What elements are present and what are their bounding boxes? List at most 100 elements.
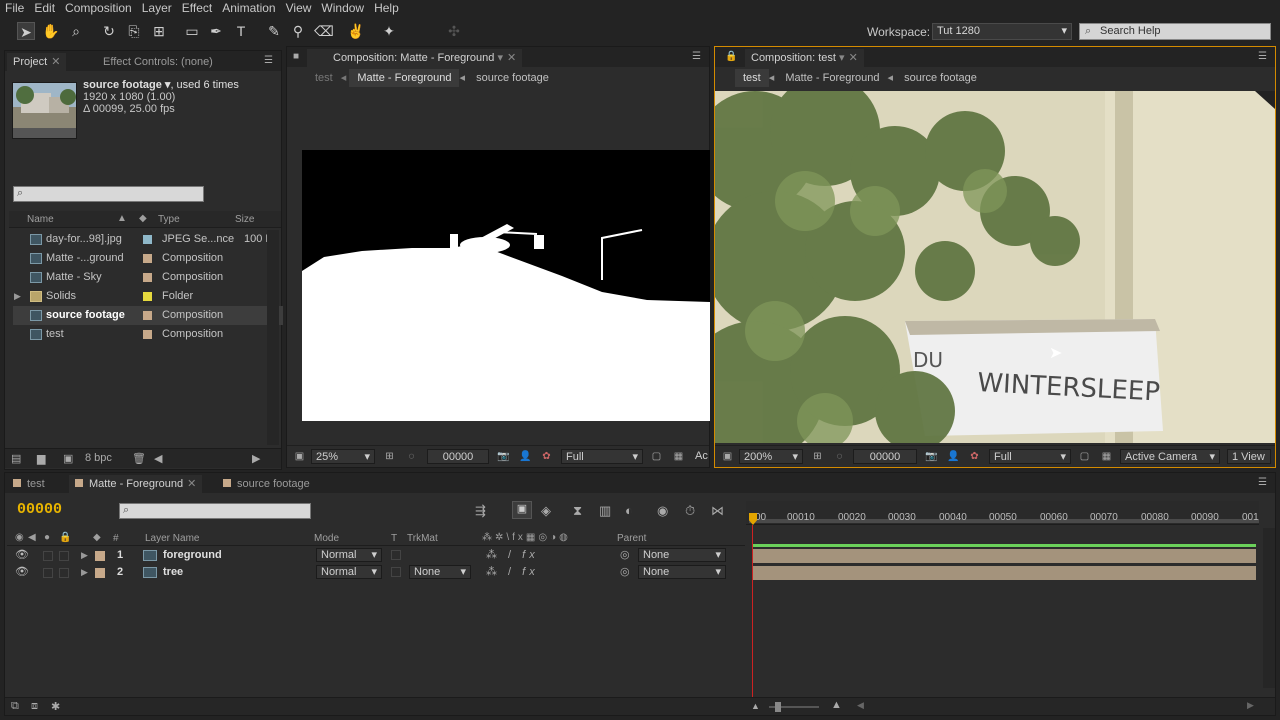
trkmat-select[interactable]: None ▾ [409, 565, 471, 579]
region-of-interest-icon[interactable]: ▢ [1078, 450, 1091, 463]
column-size[interactable]: Size [235, 214, 254, 225]
transparency-grid-icon[interactable]: ▦ [1100, 450, 1113, 463]
toggle-modes-icon[interactable]: ⧈ [31, 700, 38, 713]
layer-switches[interactable]: ⁂ / fx [486, 547, 539, 564]
label-swatch[interactable] [95, 568, 105, 578]
layer-name[interactable]: tree [163, 564, 183, 581]
channel-icon[interactable]: ✿ [968, 450, 981, 463]
mask-visibility-icon[interactable]: ◌ [405, 450, 418, 463]
show-snapshot-icon[interactable]: 👤 [519, 450, 532, 463]
always-preview-icon[interactable]: ▣ [293, 450, 306, 463]
column-name[interactable]: Name [27, 214, 54, 225]
zoom-tool-icon[interactable]: ⌕ [67, 22, 85, 40]
timecode-display[interactable]: 00000 [427, 449, 489, 464]
region-of-interest-icon[interactable]: ▢ [650, 450, 663, 463]
project-scrollbar[interactable] [267, 230, 279, 445]
preserve-transparency-box[interactable] [391, 550, 401, 560]
audio-switch-icon[interactable]: ◀ [28, 532, 36, 543]
breadcrumb-matte-foreground[interactable]: Matte - Foreground [777, 69, 887, 87]
footage-name[interactable]: source footage ▾ [83, 79, 170, 91]
zoom-out-icon[interactable]: ▲ [751, 701, 760, 711]
label-swatch[interactable] [143, 235, 152, 244]
project-item-test[interactable]: test Composition [13, 325, 283, 344]
pan-behind-tool-icon[interactable]: ⊞ [150, 22, 168, 40]
menu-help[interactable]: Help [369, 1, 404, 15]
preserve-transparency-box[interactable] [391, 567, 401, 577]
project-item-source-footage[interactable]: source footage Composition [13, 306, 283, 325]
zoom-select[interactable]: 25% ▾ [311, 449, 375, 464]
panel-menu-icon[interactable]: ☰ [264, 55, 273, 66]
project-item-matte-foreground[interactable]: Matte -...ground Composition [13, 249, 283, 268]
safe-margins-icon[interactable]: ⊞ [383, 450, 396, 463]
pickwhip-icon[interactable]: ◎ [620, 547, 630, 564]
close-icon[interactable]: ✕ [849, 52, 858, 64]
layer-switches[interactable]: ⁂ / fx [486, 564, 539, 581]
column-parent[interactable]: Parent [617, 533, 646, 544]
timeline-scrollbar[interactable] [1263, 528, 1275, 688]
layer-duration-bar[interactable] [753, 549, 1256, 563]
scroll-right-icon[interactable]: ▶ [252, 452, 260, 465]
menu-file[interactable]: File [0, 1, 29, 15]
selection-tool-icon[interactable]: ➤ [17, 22, 35, 40]
label-swatch[interactable] [143, 254, 152, 263]
breadcrumb-matte-foreground[interactable]: Matte - Foreground [349, 69, 460, 87]
menu-view[interactable]: View [281, 1, 317, 15]
workspace-select[interactable]: Tut 1280 ▾ [932, 23, 1072, 40]
parent-select[interactable]: None ▾ [638, 565, 726, 579]
scroll-left-icon[interactable]: ◀ [154, 452, 162, 465]
close-icon[interactable]: ✕ [507, 52, 516, 64]
close-icon[interactable]: ✕ [187, 478, 196, 490]
solo-box[interactable] [43, 551, 53, 561]
toggle-layer-switches-icon[interactable]: ⧉ [11, 700, 19, 713]
new-folder-icon[interactable]: ▆ [37, 452, 45, 465]
breadcrumb-source-footage[interactable]: source footage [896, 69, 985, 87]
resolution-select[interactable]: Full ▾ [989, 449, 1071, 464]
search-help-input[interactable]: ⌕ Search Help [1079, 23, 1271, 40]
solo-box[interactable] [43, 568, 53, 578]
breadcrumb-test[interactable]: test [735, 69, 769, 87]
transparency-grid-icon[interactable]: ▦ [672, 450, 685, 463]
menu-layer[interactable]: Layer [137, 1, 177, 15]
menu-animation[interactable]: Animation [217, 1, 280, 15]
rotate-tool-icon[interactable]: ↻ [100, 22, 118, 40]
video-switch-icon[interactable]: ◉ [15, 532, 24, 543]
draft-3d-icon[interactable]: ▣ [512, 501, 532, 519]
always-preview-icon[interactable]: ▣ [721, 450, 734, 463]
menu-effect[interactable]: Effect [177, 1, 217, 15]
mode-select[interactable]: Normal ▾ [316, 548, 382, 562]
column-trkmat[interactable]: TrkMat [407, 533, 438, 544]
tab-composition-matte[interactable]: Composition: Matte - Foreground ▾ ✕ [307, 49, 523, 67]
timeline-search-input[interactable]: ⌕ [119, 503, 311, 519]
motion-blur-icon[interactable]: ▥ [599, 503, 611, 519]
panel-menu-icon[interactable]: ☰ [692, 51, 701, 62]
hand-tool-icon[interactable]: ✋ [42, 22, 60, 40]
stopwatch-icon[interactable]: ⏱ [685, 503, 695, 519]
tab-project[interactable]: Project ✕ [7, 53, 67, 71]
type-tool-icon[interactable]: T [232, 22, 250, 40]
label-swatch[interactable] [143, 311, 152, 320]
expand-arrow-icon[interactable]: ▶ [14, 287, 21, 306]
breadcrumb-source-footage[interactable]: source footage [468, 69, 557, 87]
interpret-footage-icon[interactable]: ▤ [11, 452, 21, 465]
pickwhip-icon[interactable]: ◎ [620, 564, 630, 581]
scroll-right-icon[interactable]: ▶ [1247, 700, 1254, 711]
brush-tool-icon[interactable]: ✎ [265, 22, 283, 40]
tab-timeline-test[interactable]: test [7, 475, 51, 493]
trash-icon[interactable]: 🗑 [132, 452, 146, 465]
camera-tool-icon[interactable]: ⎘ [125, 22, 143, 40]
eraser-tool-icon[interactable]: ⌫ [314, 22, 334, 40]
expand-arrow-icon[interactable]: ▶ [81, 547, 88, 564]
resolution-select[interactable]: Full ▾ [561, 449, 643, 464]
lock-icon[interactable]: ■ [293, 51, 299, 62]
timecode-display[interactable]: 00000 [853, 449, 917, 464]
label-column-icon[interactable]: ◆ [139, 213, 147, 224]
lock-box[interactable] [59, 568, 69, 578]
column-t[interactable]: T [391, 533, 397, 544]
layer-duration-bar[interactable] [753, 566, 1256, 580]
snapshot-icon[interactable]: 📷 [925, 450, 938, 463]
parent-select[interactable]: None ▾ [638, 548, 726, 562]
menu-composition[interactable]: Composition [60, 1, 137, 15]
show-snapshot-icon[interactable]: 👤 [947, 450, 960, 463]
view-layout-select[interactable]: 1 View [1227, 449, 1271, 464]
hide-shy-layers-icon[interactable]: ◈ [541, 503, 551, 519]
